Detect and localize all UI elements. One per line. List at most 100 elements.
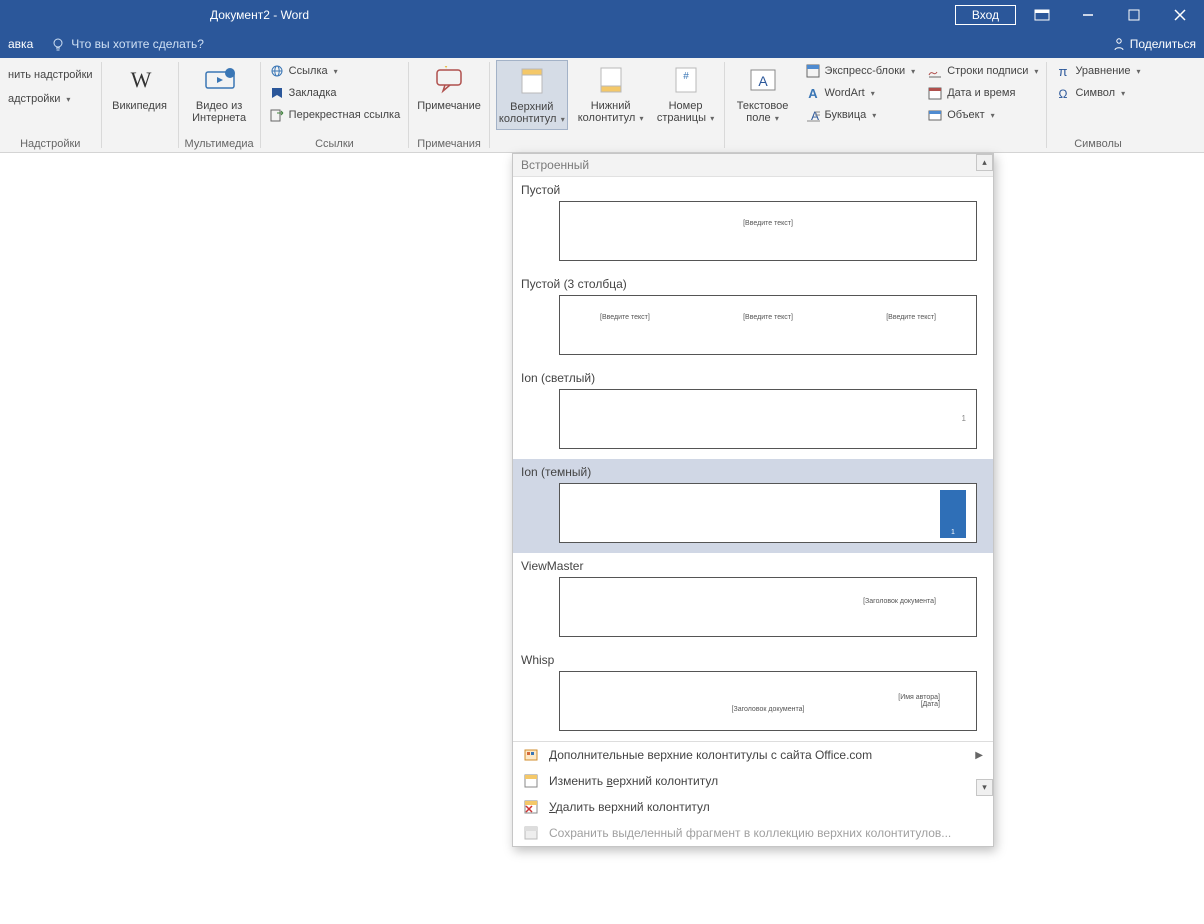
online-video-button[interactable]: Видео изИнтернета <box>187 60 251 128</box>
chevron-right-icon: ▶ <box>975 750 983 761</box>
calendar-icon <box>927 85 943 101</box>
group-links: Ссылка▾ Закладка Перекрестная ссылка Ссы… <box>261 58 409 152</box>
preview: [Введите текст] <box>559 201 977 261</box>
signature-line-button[interactable]: Строки подписи▾ <box>925 60 1040 82</box>
lightbulb-icon <box>51 37 65 51</box>
footer-button[interactable]: Нижнийколонтитул ▾ <box>576 60 646 128</box>
chevron-down-icon: ▾ <box>871 89 875 98</box>
ribbon-display-icon[interactable] <box>1022 0 1062 30</box>
cross-reference-button[interactable]: Перекрестная ссылка <box>267 104 403 126</box>
object-button[interactable]: Объект▾ <box>925 104 1040 126</box>
gallery-item-whisp[interactable]: Whisp [Заголовок документа] [Имя автора]… <box>513 647 993 741</box>
group-text: A Текстовоеполе ▾ Экспресс-блоки▾ A Word… <box>725 58 1047 152</box>
group-header-footer: Верхнийколонтитул ▾ Нижнийколонтитул ▾ #… <box>490 58 724 152</box>
object-icon <box>927 107 943 123</box>
title-bar: Документ2 - Word Вход <box>0 0 1204 30</box>
wikipedia-icon: W <box>124 64 156 96</box>
chevron-down-icon: ▾ <box>911 67 915 76</box>
scroll-down-button[interactable]: ▾ <box>976 779 993 796</box>
quick-parts-button[interactable]: Экспресс-блоки▾ <box>803 60 918 82</box>
my-addins-button[interactable]: адстройки▾ <box>6 88 72 110</box>
ribbon: нить надстройки адстройки▾ Надстройки W … <box>0 58 1204 153</box>
chevron-down-icon: ▾ <box>334 67 338 76</box>
minimize-icon[interactable] <box>1068 0 1108 30</box>
chevron-down-icon: ▾ <box>637 114 643 123</box>
chevron-down-icon: ▾ <box>773 114 779 123</box>
scroll-up-button[interactable]: ▴ <box>976 154 993 171</box>
remove-header[interactable]: Удалить верхний колонтитул <box>513 794 993 820</box>
gallery-item-viewmaster[interactable]: ViewMaster [Заголовок документа] <box>513 553 993 647</box>
header-icon <box>516 65 548 97</box>
signature-icon <box>927 63 943 79</box>
close-icon[interactable] <box>1160 0 1200 30</box>
window-title: Документ2 - Word <box>210 8 309 22</box>
chevron-down-icon: ▾ <box>1137 67 1141 76</box>
svg-text:Ω: Ω <box>1059 87 1068 101</box>
chevron-down-icon: ▾ <box>708 114 714 123</box>
dropcap-icon: A <box>805 107 821 123</box>
header-button[interactable]: Верхнийколонтитул ▾ <box>496 60 568 130</box>
group-label: Символы <box>1074 136 1122 152</box>
link-icon <box>269 63 285 79</box>
group-label: Ссылки <box>315 136 354 152</box>
page-number-button[interactable]: # Номерстраницы ▾ <box>654 60 718 128</box>
bookmark-button[interactable]: Закладка <box>267 82 339 104</box>
remove-header-icon <box>523 799 539 815</box>
edit-header[interactable]: Изменить верхний колонтитул <box>513 768 993 794</box>
svg-text:#: # <box>683 71 689 82</box>
chevron-down-icon: ▾ <box>1034 67 1038 76</box>
bookmark-icon <box>269 85 285 101</box>
cross-ref-icon <box>269 107 285 123</box>
preview: [Введите текст] [Введите текст] [Введите… <box>559 295 977 355</box>
comment-button[interactable]: ✦ Примечание <box>415 60 483 116</box>
symbol-icon: Ω <box>1055 85 1071 101</box>
page-number-icon: # <box>670 64 702 96</box>
gallery-footer: Дополнительные верхние колонтитулы с сай… <box>513 741 993 846</box>
wordart-icon: A <box>805 85 821 101</box>
group-comments: ✦ Примечание Примечания <box>409 58 489 152</box>
date-time-button[interactable]: Дата и время <box>925 82 1040 104</box>
chevron-down-icon: ▾ <box>991 111 995 120</box>
wikipedia-button[interactable]: W Википедия <box>108 60 172 116</box>
group-label <box>138 136 141 152</box>
link-button[interactable]: Ссылка▾ <box>267 60 340 82</box>
video-icon <box>203 64 235 96</box>
sign-in-button[interactable]: Вход <box>955 5 1016 25</box>
chevron-down-icon: ▾ <box>872 111 876 120</box>
edit-header-icon <box>523 773 539 789</box>
save-selection-to-gallery: Сохранить выделенный фрагмент в коллекци… <box>513 820 993 846</box>
tab-help[interactable]: авка <box>8 37 33 51</box>
preview: 1 <box>559 483 977 543</box>
more-headers-online[interactable]: Дополнительные верхние колонтитулы с сай… <box>513 742 993 768</box>
group-symbols: π Уравнение▾ Ω Символ▾ Символы <box>1047 58 1148 152</box>
group-wikipedia: W Википедия <box>102 58 178 152</box>
chevron-down-icon: ▾ <box>1121 89 1125 98</box>
maximize-icon[interactable] <box>1114 0 1154 30</box>
gallery-item-blank[interactable]: Пустой [Введите текст] <box>513 177 993 271</box>
group-label: Мультимедиа <box>185 136 254 152</box>
get-addins-button[interactable]: нить надстройки <box>6 64 95 86</box>
gallery-item-ion-light[interactable]: Ion (светлый) 1 <box>513 365 993 459</box>
equation-button[interactable]: π Уравнение▾ <box>1053 60 1142 82</box>
share-button[interactable]: Поделиться <box>1112 37 1196 51</box>
chevron-down-icon: ▾ <box>558 115 564 124</box>
svg-text:✦: ✦ <box>441 66 451 72</box>
document-area: ▴ Встроенный Пустой [Введите текст] Пуст… <box>0 153 1204 924</box>
gallery-item-ion-dark[interactable]: Ion (темный) 1 <box>513 459 993 553</box>
footer-icon <box>595 64 627 96</box>
dropcap-button[interactable]: A Буквица▾ <box>803 104 918 126</box>
svg-text:W: W <box>130 68 151 92</box>
save-gallery-icon <box>523 825 539 841</box>
tell-me-text: Что вы хотите сделать? <box>71 37 204 51</box>
group-label: Примечания <box>417 136 481 152</box>
wordart-button[interactable]: A WordArt▾ <box>803 82 918 104</box>
ribbon-tabs: авка Что вы хотите сделать? Поделиться <box>0 30 1204 58</box>
gallery-item-blank-3col[interactable]: Пустой (3 столбца) [Введите текст] [Введ… <box>513 271 993 365</box>
symbol-button[interactable]: Ω Символ▾ <box>1053 82 1127 104</box>
textbox-button[interactable]: A Текстовоеполе ▾ <box>731 60 795 128</box>
comment-icon: ✦ <box>433 64 465 96</box>
quick-parts-icon <box>805 63 821 79</box>
tell-me[interactable]: Что вы хотите сделать? <box>51 37 204 51</box>
share-icon <box>1112 37 1126 51</box>
header-gallery: ▴ Встроенный Пустой [Введите текст] Пуст… <box>512 153 994 847</box>
